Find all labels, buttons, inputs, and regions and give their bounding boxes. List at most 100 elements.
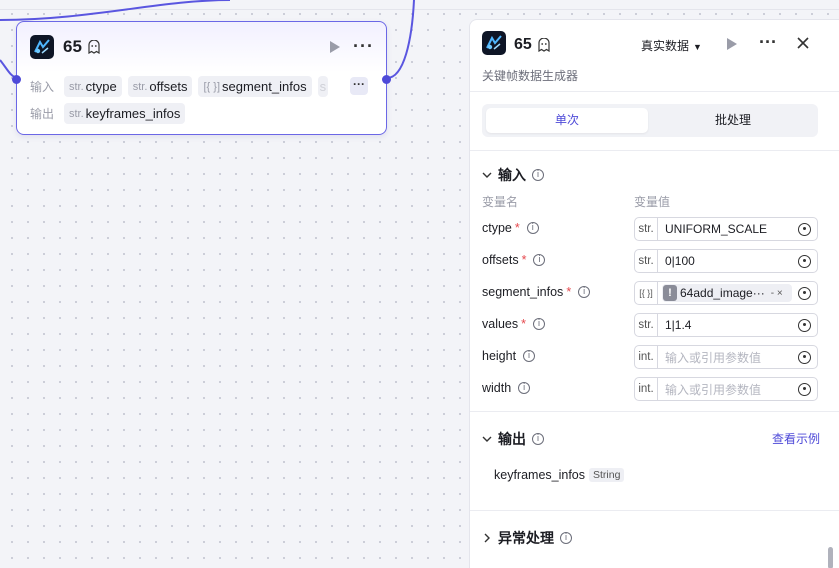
tab-single[interactable]: 单次: [486, 108, 648, 133]
outputs-label: 输出: [30, 107, 55, 121]
value-text[interactable]: UNIFORM_SCALE: [658, 222, 798, 236]
more-inputs-button[interactable]: ···: [350, 77, 368, 95]
placeholder-text[interactable]: 输入或引用参数值: [658, 349, 798, 366]
height-value-field[interactable]: int. 输入或引用参数值: [634, 345, 818, 369]
workflow-node[interactable]: 65 ··· 输入 str. ctype str. offsets [{ }] seg…: [12, 21, 391, 135]
error-section-header[interactable]: 异常处理 i: [482, 528, 572, 548]
reference-icon[interactable]: [798, 350, 811, 364]
node-settings-panel: 65 真实数据 ▼ ··· 关键帧数据生成器 单次 批处理 输入 i 变量名 变量…: [469, 19, 839, 568]
output-chip-keyframes-infos: str. keyframes_infos: [64, 103, 186, 124]
variable-row-height: height i int. 输入或引用参数值: [482, 345, 818, 369]
type-selector[interactable]: str.: [635, 250, 658, 272]
app-logo-icon: [30, 35, 54, 59]
segment-infos-value-field[interactable]: [{ }] ! 64add_image··· - ×: [634, 281, 818, 305]
variable-row-segment-infos: segment_infos * i [{ }] ! 64add_image··· -…: [482, 281, 818, 305]
warning-icon: !: [663, 285, 677, 301]
input-chip-ctype: str. ctype: [64, 76, 122, 97]
variable-row-ctype: ctype * i str. UNIFORM_SCALE: [482, 217, 818, 241]
placeholder-text[interactable]: 输入或引用参数值: [658, 381, 798, 398]
reference-tag[interactable]: ! 64add_image··· - ×: [662, 284, 792, 302]
info-icon: i: [560, 532, 572, 544]
chevron-down-icon: [482, 436, 492, 442]
info-icon: i: [578, 286, 591, 298]
node-output-port[interactable]: [382, 75, 391, 84]
node-inputs-row: 输入 str. ctype str. offsets [{ }] segment_in…: [30, 76, 328, 97]
more-icon[interactable]: ···: [759, 32, 777, 53]
node-input-port[interactable]: [12, 75, 21, 84]
offsets-value-field[interactable]: str. 0|100: [634, 249, 818, 273]
info-icon: i: [533, 318, 546, 330]
type-selector[interactable]: int.: [635, 378, 658, 400]
reference-icon[interactable]: [798, 286, 811, 300]
node-title: 65: [63, 37, 82, 56]
more-icon[interactable]: ···: [353, 36, 374, 57]
output-type-badge: String: [589, 468, 625, 482]
remove-reference-icon[interactable]: - ×: [771, 288, 783, 299]
data-mode-dropdown[interactable]: 真实数据 ▼: [641, 37, 702, 54]
incoming-connection-line: [0, 0, 231, 21]
variable-name: width i: [482, 381, 531, 395]
error-section-title: 异常处理: [498, 530, 554, 546]
reference-icon[interactable]: [798, 222, 811, 236]
output-section-header[interactable]: 输出 i: [482, 429, 544, 449]
ctype-value-field[interactable]: str. UNIFORM_SCALE: [634, 217, 818, 241]
variable-name: offsets * i: [482, 253, 546, 267]
divider: [470, 150, 839, 151]
required-mark: *: [521, 253, 527, 267]
value-text[interactable]: 0|100: [658, 254, 798, 268]
outgoing-connection-line: [386, 0, 415, 79]
panel-header: 65 真实数据 ▼ ··· 关键帧数据生成器: [470, 20, 839, 92]
column-header-value: 变量值: [634, 195, 671, 209]
type-selector[interactable]: str.: [635, 218, 658, 240]
variable-row-offsets: offsets * i str. 0|100: [482, 249, 818, 273]
info-icon: i: [532, 169, 544, 181]
type-selector[interactable]: [{ }]: [635, 282, 658, 304]
column-header-name: 变量名: [482, 195, 519, 209]
variable-row-values: values * i str. 1|1.4: [482, 313, 818, 337]
output-variable: keyframes_infos String: [494, 468, 625, 482]
required-mark: *: [514, 221, 520, 235]
divider: [470, 411, 839, 412]
variable-name: segment_infos * i: [482, 285, 591, 299]
variable-name: ctype * i: [482, 221, 539, 235]
play-icon[interactable]: [329, 41, 341, 53]
reference-icon[interactable]: [798, 254, 811, 268]
ghost-icon: [538, 38, 550, 52]
values-value-field[interactable]: str. 1|1.4: [634, 313, 818, 337]
reference-icon[interactable]: [798, 382, 811, 396]
chevron-right-icon: [484, 533, 490, 543]
variable-name: values * i: [482, 317, 546, 331]
divider: [470, 510, 839, 511]
view-example-link[interactable]: 查看示例: [772, 430, 820, 447]
reference-icon[interactable]: [798, 318, 811, 332]
required-mark: *: [521, 317, 527, 331]
run-mode-tabs: 单次 批处理: [482, 104, 818, 137]
panel-description: 关键帧数据生成器: [482, 69, 579, 83]
play-icon[interactable]: [726, 38, 738, 50]
output-variable-name: keyframes_infos: [494, 468, 586, 482]
data-mode-label: 真实数据: [641, 39, 690, 53]
input-chip-offsets: str. offsets: [127, 76, 193, 97]
variable-name: height i: [482, 349, 536, 363]
node-outputs-row: 输出 str. keyframes_infos: [30, 103, 186, 124]
type-selector[interactable]: str.: [635, 314, 658, 336]
info-icon: i: [533, 254, 546, 266]
variable-row-width: width i int. 输入或引用参数值: [482, 377, 818, 401]
info-icon: i: [526, 222, 539, 234]
info-icon: i: [523, 350, 536, 362]
tab-batch[interactable]: 批处理: [652, 108, 814, 133]
panel-scrollbar[interactable]: [828, 547, 833, 568]
app-logo-icon: [482, 31, 506, 55]
type-selector[interactable]: int.: [635, 346, 658, 368]
inputs-label: 输入: [30, 80, 55, 94]
input-section-header[interactable]: 输入 i: [482, 165, 544, 185]
input-chip-segment-infos: [{ }] segment_infos: [198, 76, 312, 97]
reference-text: 64add_image···: [680, 286, 765, 300]
info-icon: i: [532, 433, 544, 445]
width-value-field[interactable]: int. 输入或引用参数值: [634, 377, 818, 401]
output-section-title: 输出: [498, 431, 526, 447]
value-text[interactable]: 1|1.4: [658, 318, 798, 332]
input-section-title: 输入: [498, 167, 526, 183]
caret-down-icon: ▼: [693, 42, 702, 52]
close-icon[interactable]: [796, 36, 810, 50]
